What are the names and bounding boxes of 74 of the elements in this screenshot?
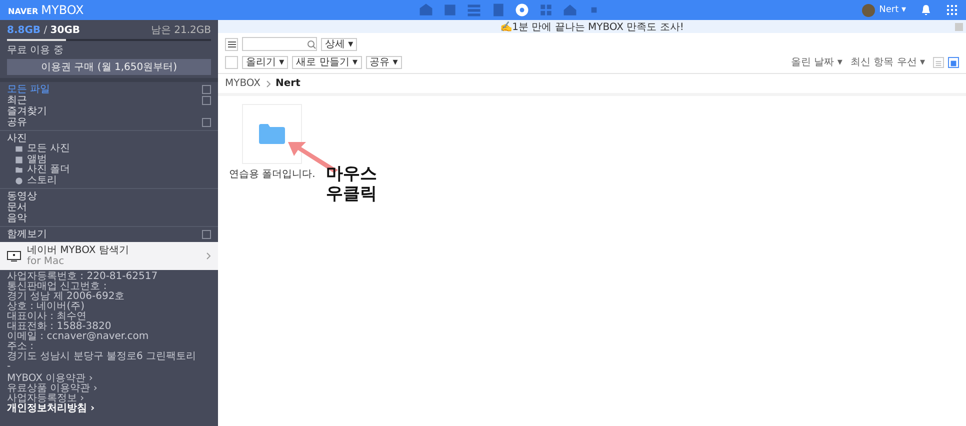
company-info: 통신판매업 신고번호 : (7, 282, 107, 292)
list-icon[interactable] (466, 2, 482, 18)
expand-icon[interactable] (202, 96, 211, 105)
breadcrumb-item: Nert (276, 78, 300, 89)
nav-item[interactable]: 함께보기 (7, 229, 47, 240)
file-tile[interactable] (242, 104, 302, 164)
expand-icon[interactable] (202, 230, 211, 239)
company-info: 상호 : 네이버(주) (7, 302, 85, 312)
footer-link[interactable]: 유료상품 이용약관 › (7, 384, 211, 394)
expand-icon[interactable] (202, 118, 211, 127)
footer-link[interactable]: MYBOX 이용약관 › (7, 374, 211, 384)
nav-item[interactable]: 앨범 (27, 154, 47, 165)
grid-view-icon (950, 58, 957, 68)
avatar[interactable] (862, 4, 876, 16)
grid-view-button[interactable] (948, 56, 959, 68)
nav-item[interactable]: 동영상 (7, 191, 37, 202)
company-info: 대표이사 : 최수연 (7, 312, 87, 322)
nav-item[interactable]: 즐겨찾기 (7, 106, 47, 117)
company-info: 사업자등록번호 : 220-81-62517 (7, 272, 159, 282)
product-name: MYBOX (41, 3, 84, 17)
breadcrumb-item[interactable]: MYBOX (225, 78, 261, 89)
search-field[interactable] (242, 37, 317, 51)
company-info: 대표전화 : 1588-3820 (7, 322, 112, 332)
nav-item[interactable]: 사진 폴더 (27, 165, 70, 176)
company-info: 주소 : (7, 342, 34, 352)
footer-link[interactable]: 개인정보처리방침 › (7, 404, 211, 414)
list-view-icon (935, 58, 942, 68)
file-name[interactable]: 연습용 폴더입니다. (229, 167, 316, 181)
folder-icon (259, 124, 286, 144)
chevron-icon (266, 80, 271, 88)
promo-subtitle: for Mac (27, 256, 66, 267)
nav-item[interactable]: 음악 (7, 213, 27, 224)
story-icon (15, 176, 23, 185)
grid-icon[interactable] (538, 2, 554, 18)
detail-dropdown[interactable]: 상세 ▾ (321, 38, 358, 50)
buy-plan-button[interactable]: 이용권 구매 (월 1,650원부터) (7, 59, 211, 75)
user-name[interactable]: Nert ▾ (879, 5, 906, 15)
home-icon[interactable] (562, 2, 578, 18)
action-dropdown[interactable]: 공유 ▾ (366, 56, 402, 68)
company-info: - (7, 362, 12, 372)
storage-usage: 8.8GB / 30GB (7, 25, 80, 36)
action-dropdown[interactable]: 새로 만들기 ▾ (292, 56, 362, 68)
annotation-text: 마우스 (326, 164, 377, 184)
select-all-checkbox[interactable] (225, 56, 238, 68)
section-title: 사진 (7, 133, 27, 144)
sort-dropdown[interactable]: 올린 날짜 ▾ (791, 55, 842, 69)
nav-item[interactable]: 공유 (7, 117, 27, 128)
bell-icon[interactable] (920, 4, 932, 16)
close-button[interactable] (955, 22, 963, 30)
remaining-storage: 남은 21.2GB (150, 24, 211, 37)
apps-grid-icon[interactable] (946, 4, 958, 16)
search-icon[interactable] (307, 40, 316, 48)
monitor-icon (7, 250, 21, 262)
album-icon (15, 156, 23, 164)
company-info: 경기 성남 제 2006-692호 (7, 292, 126, 302)
plan-status: 무료 이용 중 (7, 44, 64, 57)
list-view-button[interactable] (933, 56, 944, 68)
footer-link[interactable]: 사업자등록정보 › (7, 394, 211, 404)
expand-icon[interactable] (202, 85, 211, 94)
nav-item[interactable]: 문서 (7, 202, 27, 213)
folder-icon (15, 166, 23, 174)
image-icon (15, 145, 23, 154)
brand-logo: NAVER (8, 7, 38, 16)
chevron-icon[interactable] (206, 252, 211, 260)
menu-icon[interactable] (225, 38, 238, 50)
company-info: 이메일 : ccnaver@naver.com (7, 332, 150, 342)
nav-item[interactable]: 최근 (7, 95, 27, 106)
nav-item[interactable]: 모든 사진 (27, 144, 70, 154)
company-info: 경기도 성남시 분당구 불정로6 그린팩토리 (7, 352, 198, 362)
action-dropdown[interactable]: 올리기 ▾ (242, 56, 288, 68)
nav-item[interactable]: 스토리 (27, 176, 57, 186)
promo-title[interactable]: 네이버 MYBOX 탐색기 (27, 245, 200, 256)
sort-dropdown[interactable]: 최신 항목 우선 ▾ (850, 55, 925, 69)
annotation-text: 우클릭 (326, 184, 377, 204)
